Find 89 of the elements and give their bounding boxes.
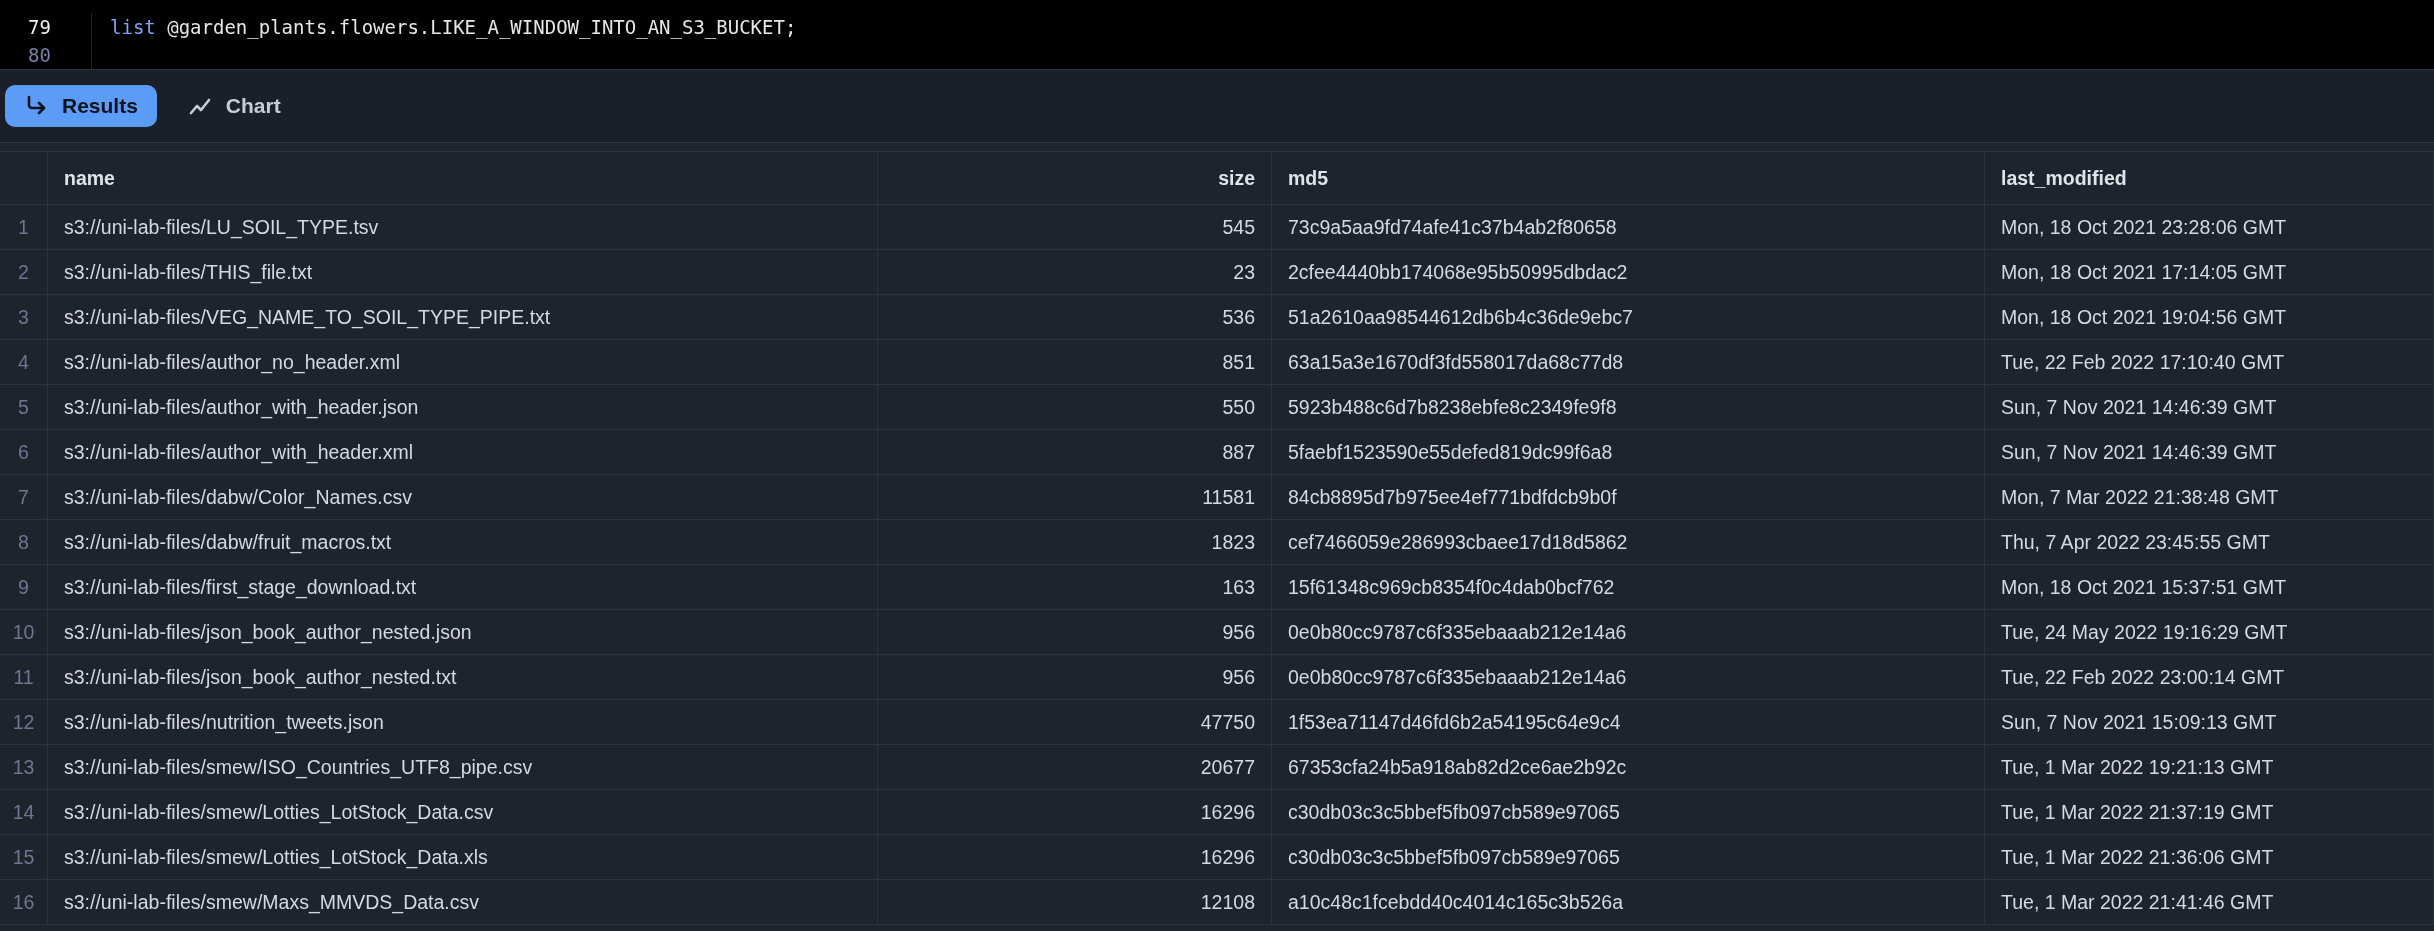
- table-cell: Tue, 24 May 2022 19:16:29 GMT: [2001, 620, 2288, 644]
- results-tab[interactable]: Results: [5, 85, 157, 127]
- table-cell: cef7466059e286993cbaee17d18d5862: [1288, 530, 1628, 554]
- table-cell: 15f61348c969cb8354f0c4dab0bcf762: [1288, 575, 1615, 599]
- table-cell: 23: [1233, 260, 1255, 284]
- row-number: 5: [18, 395, 29, 419]
- column-header[interactable]: size: [1218, 166, 1255, 190]
- row-number: 10: [12, 620, 35, 644]
- table-cell: 550: [1222, 395, 1255, 419]
- table-cell: 887: [1222, 440, 1255, 464]
- table-cell: 851: [1222, 350, 1255, 374]
- table-cell: Tue, 22 Feb 2022 17:10:40 GMT: [2001, 350, 2285, 374]
- table-cell: s3://uni-lab-files/VEG_NAME_TO_SOIL_TYPE_PIPE.txt: [64, 305, 551, 329]
- table-cell: 5faebf1523590e55defed819dc99f6a8: [1288, 440, 1613, 464]
- row-number: 6: [18, 440, 29, 464]
- row-number: 11: [13, 665, 34, 689]
- table-cell: s3://uni-lab-files/LU_SOIL_TYPE.tsv: [64, 215, 379, 239]
- table-cell: 956: [1222, 620, 1255, 644]
- table-cell: 0e0b80cc9787c6f335ebaaab212e14a6: [1288, 665, 1627, 689]
- table-cell: s3://uni-lab-files/first_stage_download.txt: [64, 575, 417, 599]
- table-cell: 84cb8895d7b975ee4ef771bdfdcb9b0f: [1288, 485, 1617, 509]
- table-cell: s3://uni-lab-files/THIS_file.txt: [64, 260, 313, 284]
- row-number: 3: [18, 305, 29, 329]
- table-cell: 47750: [1200, 710, 1255, 734]
- table-cell: Mon, 7 Mar 2022 21:38:48 GMT: [2001, 485, 2279, 509]
- column-header[interactable]: md5: [1288, 166, 1329, 190]
- table-cell: 16296: [1200, 845, 1255, 869]
- row-number: 9: [18, 575, 29, 599]
- row-number: 1: [18, 215, 29, 239]
- table-cell: 1f53ea71147d46fd6b2a54195c64e9c4: [1288, 710, 1621, 734]
- row-number: 16: [12, 890, 35, 914]
- table-cell: Mon, 18 Oct 2021 23:28:06 GMT: [2001, 215, 2287, 239]
- table-cell: s3://uni-lab-files/nutrition_tweets.json: [64, 710, 384, 734]
- table-cell: s3://uni-lab-files/json_book_author_nested.json: [64, 620, 472, 644]
- table-cell: Tue, 1 Mar 2022 21:41:46 GMT: [2001, 890, 2274, 914]
- table-cell: Tue, 22 Feb 2022 23:00:14 GMT: [2001, 665, 2285, 689]
- table-cell: s3://uni-lab-files/smew/Lotties_LotStock_Data.csv: [64, 800, 494, 824]
- table-cell: 20677: [1200, 755, 1255, 779]
- table-cell: Mon, 18 Oct 2021 19:04:56 GMT: [2001, 305, 2287, 329]
- table-cell: c30db03c3c5bbef5fb097cb589e97065: [1288, 800, 1620, 824]
- table-cell: 63a15a3e1670df3fd558017da68c77d8: [1288, 350, 1624, 374]
- table-cell: 16296: [1200, 800, 1255, 824]
- line-number: 79: [0, 13, 92, 41]
- table-cell: Sun, 7 Nov 2021 14:46:39 GMT: [2001, 395, 2277, 419]
- table-cell: 12108: [1200, 890, 1255, 914]
- code-line: list @garden_plants.flowers.LIKE_A_WINDOW_INTO_AN_S3_BUCKET;: [109, 16, 797, 38]
- line-number: 80: [0, 41, 92, 69]
- row-number: 4: [18, 350, 29, 374]
- table-cell: Mon, 18 Oct 2021 17:14:05 GMT: [2001, 260, 2287, 284]
- table-cell: 5923b488c6d7b8238ebfe8c2349fe9f8: [1288, 395, 1617, 419]
- table-cell: 1823: [1211, 530, 1255, 554]
- table-cell: s3://uni-lab-files/author_with_header.xml: [64, 440, 414, 464]
- row-number: 14: [12, 800, 35, 824]
- column-header[interactable]: last_modified: [2001, 166, 2127, 190]
- row-number: 15: [12, 845, 35, 869]
- table-cell: 11581: [1202, 485, 1255, 509]
- table-cell: 536: [1222, 305, 1255, 329]
- column-header[interactable]: name: [64, 166, 115, 190]
- table-cell: Thu, 7 Apr 2022 23:45:55 GMT: [2001, 530, 2270, 554]
- table-cell: 73c9a5aa9fd74afe41c37b4ab2f80658: [1288, 215, 1617, 239]
- table-cell: s3://uni-lab-files/json_book_author_nested.txt: [64, 665, 457, 689]
- table-cell: s3://uni-lab-files/smew/Maxs_MMVDS_Data.csv: [64, 890, 480, 914]
- row-number: 8: [18, 530, 29, 554]
- table-cell: Tue, 1 Mar 2022 21:37:19 GMT: [2001, 800, 2274, 824]
- row-number: 13: [12, 755, 35, 779]
- table-cell: 956: [1222, 665, 1255, 689]
- table-cell: s3://uni-lab-files/author_with_header.json: [64, 395, 419, 419]
- table-cell: Tue, 1 Mar 2022 19:21:13 GMT: [2001, 755, 2274, 779]
- table-cell: c30db03c3c5bbef5fb097cb589e97065: [1288, 845, 1620, 869]
- table-cell: s3://uni-lab-files/smew/ISO_Countries_UTF8_pipe.csv: [64, 755, 533, 779]
- table-cell: Sun, 7 Nov 2021 14:46:39 GMT: [2001, 440, 2277, 464]
- table-cell: s3://uni-lab-files/smew/Lotties_LotStock_Data.xls: [64, 845, 488, 869]
- table-cell: 67353cfa24b5a918ab82d2ce6ae2b92c: [1288, 755, 1627, 779]
- table-cell: s3://uni-lab-files/author_no_header.xml: [64, 350, 401, 374]
- table-cell: s3://uni-lab-files/dabw/fruit_macros.txt: [64, 530, 392, 554]
- table-cell: Mon, 18 Oct 2021 15:37:51 GMT: [2001, 575, 2287, 599]
- row-number: 7: [18, 485, 29, 509]
- table-cell: a10c48c1fcebdd40c4014c165c3b526a: [1288, 890, 1624, 914]
- table-cell: Tue, 1 Mar 2022 21:36:06 GMT: [2001, 845, 2274, 869]
- row-number: 2: [18, 260, 29, 284]
- table-cell: Sun, 7 Nov 2021 15:09:13 GMT: [2001, 710, 2277, 734]
- table-cell: s3://uni-lab-files/dabw/Color_Names.csv: [64, 485, 412, 509]
- chart-tab[interactable]: Chart: [168, 85, 300, 127]
- table-cell: 0e0b80cc9787c6f335ebaaab212e14a6: [1288, 620, 1627, 644]
- table-cell: 51a2610aa98544612db6b4c36de9ebc7: [1288, 305, 1633, 329]
- table-cell: 545: [1222, 215, 1255, 239]
- row-number: 12: [12, 710, 35, 734]
- table-cell: 163: [1222, 575, 1255, 599]
- table-cell: 2cfee4440bb174068e95b50995dbdac2: [1288, 260, 1628, 284]
